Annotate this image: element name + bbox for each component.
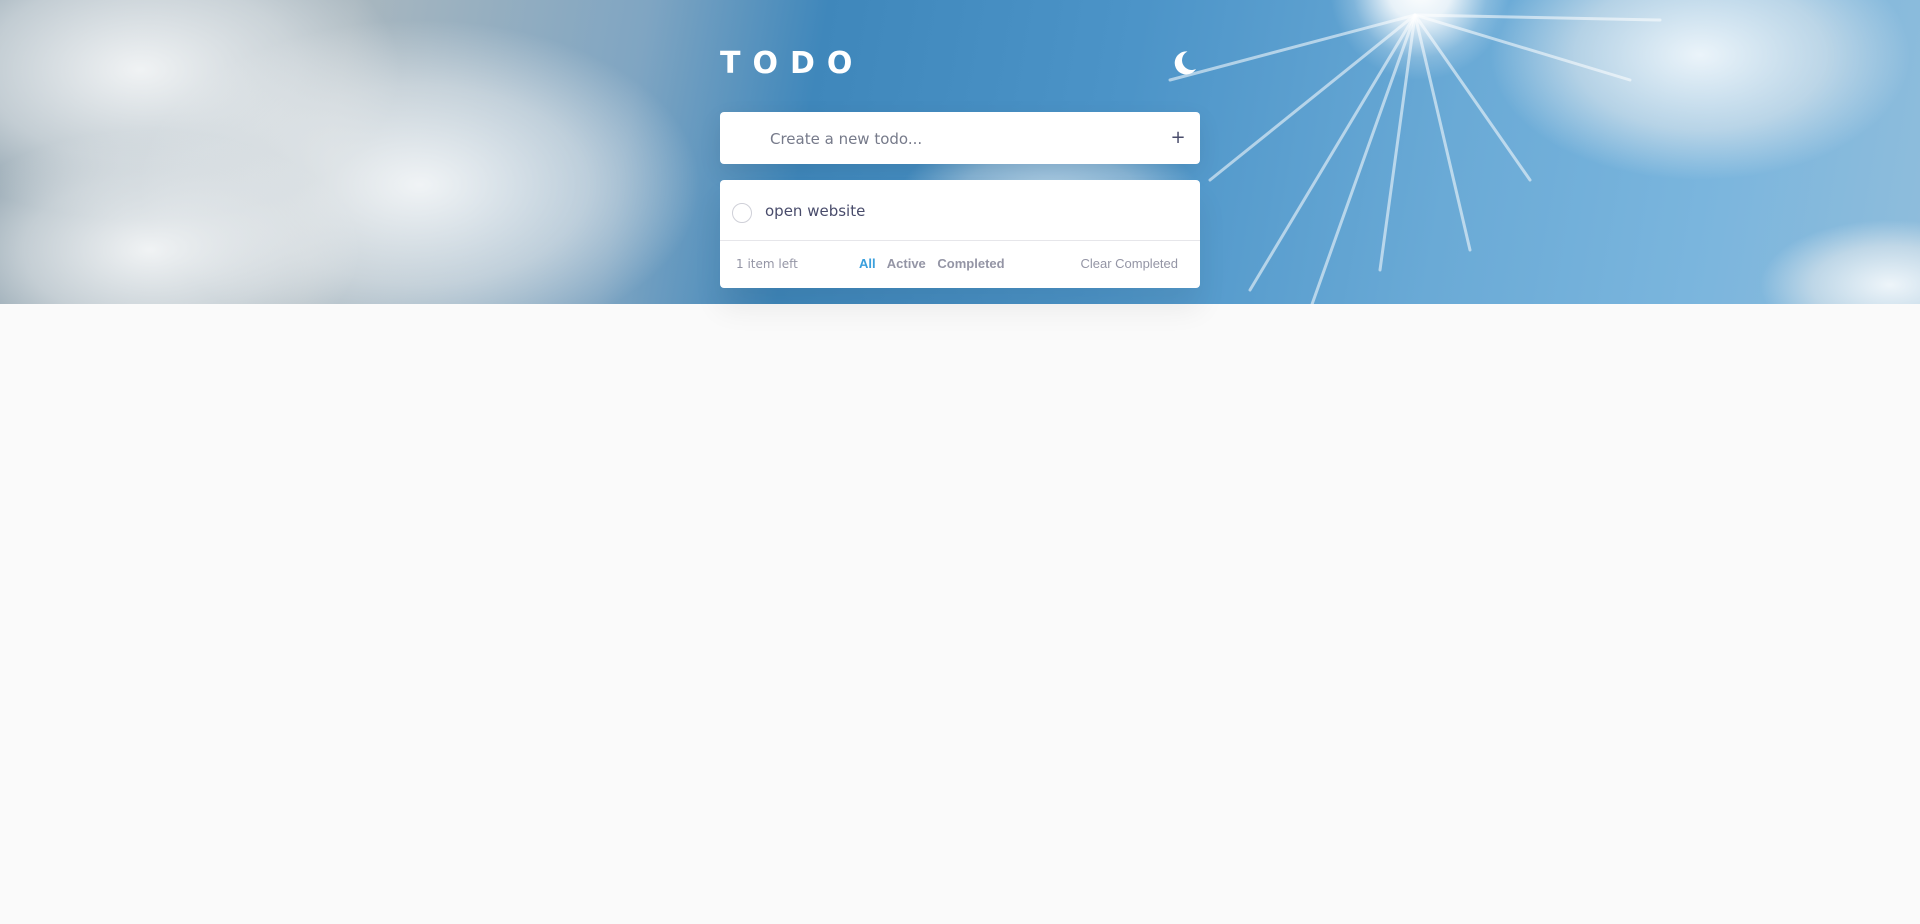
todo-app: TODO + open website 1 item left All Acti… [720,0,1200,288]
add-todo-button[interactable]: + [1166,126,1190,150]
app-header: TODO [720,0,1200,112]
moon-icon [1174,51,1196,75]
todo-item[interactable]: open website [720,180,1200,241]
cloud-image [0,0,400,220]
cloud-image [0,130,360,304]
theme-toggle-button[interactable] [1170,49,1198,77]
filter-group: All Active Completed [859,255,1013,273]
list-footer: 1 item left All Active Completed Clear C… [720,241,1200,288]
todo-text: open website [765,202,866,220]
app-title: TODO [720,46,865,81]
create-todo-box: + [720,112,1200,166]
items-left-count: 1 item left [736,257,798,271]
cloud-image [140,20,700,304]
filter-active[interactable]: Active [887,256,926,271]
filter-all[interactable]: All [859,256,876,271]
cloud-image [1760,220,1920,304]
clear-completed-button[interactable]: Clear Completed [1080,255,1178,273]
todo-list: open website 1 item left All Active Comp… [720,180,1200,288]
filter-completed[interactable]: Completed [937,256,1004,271]
create-todo-input[interactable] [768,112,1152,166]
todo-checkbox[interactable] [732,203,752,223]
